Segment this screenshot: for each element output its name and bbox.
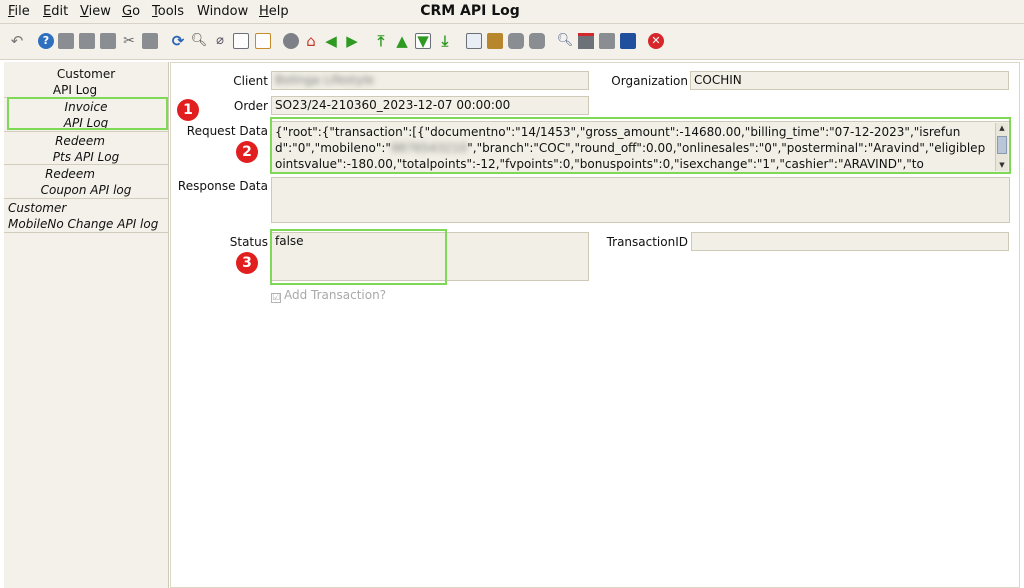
save-icon[interactable]: [142, 33, 158, 49]
request-data-masked-mobile: 9876543210: [390, 141, 468, 155]
attachment-icon[interactable]: ⌀: [212, 33, 228, 49]
annotation-badge-1: 1: [177, 99, 199, 121]
organization-field[interactable]: COCHIN: [690, 71, 1009, 90]
window-title: CRM API Log: [420, 3, 520, 19]
sidebar-item-label: Coupon API log: [40, 183, 132, 197]
scroll-thumb[interactable]: [997, 136, 1007, 154]
history-icon[interactable]: [283, 33, 299, 49]
scroll-up-icon[interactable]: ▲: [996, 123, 1008, 134]
sidebar-item-label: API Log: [52, 83, 98, 97]
main-panel: Client Bolinga Lifestyle Organization CO…: [170, 62, 1024, 588]
lock-icon[interactable]: [620, 33, 636, 49]
sidebar-item-label: Customer: [56, 67, 116, 81]
order-value: SO23/24-210360_2023-12-07 00:00:00: [275, 98, 511, 112]
sidebar-divider: [168, 62, 169, 588]
organization-value: COCHIN: [694, 73, 742, 87]
sidebar-item-invoice-api-log[interactable]: Invoice API Log: [4, 98, 168, 132]
previous-record-icon[interactable]: ▲: [394, 33, 410, 49]
sidebar-item-customer-mobileno-change-api-log[interactable]: Customer MobileNo Change API log: [4, 199, 168, 233]
home-icon[interactable]: ⌂: [303, 33, 319, 49]
print-icon[interactable]: [508, 33, 524, 49]
transactionid-label: TransactionID: [606, 235, 688, 249]
sidebar: Customer API Log Invoice API Log Redeem …: [4, 62, 168, 588]
last-record-icon[interactable]: ⤓: [437, 33, 453, 49]
response-data-textarea[interactable]: [271, 177, 1010, 223]
refresh-icon[interactable]: ⟳: [170, 33, 186, 49]
request-data-textarea[interactable]: {"root":{"transaction":[{"documentno":"1…: [271, 121, 1010, 173]
add-transaction-label: Add Transaction?: [284, 288, 387, 302]
find-icon[interactable]: 🔍︎: [191, 33, 208, 49]
chat-icon[interactable]: [233, 33, 249, 49]
toolbar: ↶ ? ✂ ⟳ 🔍︎ ⌀ ⌂ ◀ ▶ ⤒ ▲ ▼ ⤓ 🔍︎ ✕: [0, 24, 1024, 60]
checkbox-check-icon: ☑: [271, 293, 281, 303]
first-record-icon[interactable]: ⤒: [373, 33, 389, 49]
delete-icon[interactable]: [100, 33, 116, 49]
sidebar-item-customer-api-log[interactable]: Customer API Log: [4, 64, 168, 98]
annotation-badge-3: 3: [236, 252, 258, 274]
client-field[interactable]: Bolinga Lifestyle: [271, 71, 589, 90]
archive-icon[interactable]: [487, 33, 503, 49]
sidebar-item-label: Pts API Log: [52, 150, 120, 164]
sidebar-item-label: MobileNo Change API log: [8, 217, 159, 231]
report-icon[interactable]: [466, 33, 482, 49]
sidebar-item-redeem-pts-api-log[interactable]: Redeem Pts API Log: [4, 132, 168, 165]
product-icon[interactable]: [599, 33, 615, 49]
add-transaction-checkbox[interactable]: ☑ Add Transaction?: [271, 288, 386, 303]
help-icon[interactable]: ?: [38, 33, 54, 49]
scroll-down-icon[interactable]: ▼: [996, 160, 1008, 171]
transactionid-field[interactable]: [691, 232, 1009, 251]
response-data-label: Response Data: [177, 179, 268, 193]
zoom-icon[interactable]: 🔍︎: [557, 33, 574, 49]
undo-icon[interactable]: ↶: [9, 33, 25, 49]
menu-bar: File Edit View Go Tools Window Help CRM …: [0, 0, 1024, 24]
annotation-badge-2: 2: [236, 141, 258, 163]
new-icon[interactable]: [58, 33, 74, 49]
organization-label: Organization: [611, 74, 688, 88]
copy-icon[interactable]: [79, 33, 95, 49]
sidebar-item-label: Customer: [8, 201, 67, 215]
back-icon[interactable]: ◀: [323, 33, 339, 49]
order-field[interactable]: SO23/24-210360_2023-12-07 00:00:00: [271, 96, 589, 115]
next-record-icon[interactable]: ▼: [415, 33, 431, 49]
sidebar-item-label: Redeem: [45, 167, 95, 181]
client-value: Bolinga Lifestyle: [275, 73, 375, 87]
print-preview-icon[interactable]: [529, 33, 545, 49]
status-field[interactable]: false: [271, 232, 589, 281]
forward-icon[interactable]: ▶: [344, 33, 360, 49]
sidebar-item-redeem-coupon-api-log[interactable]: Redeem Coupon API log: [4, 165, 168, 199]
sidebar-item-label: API Log: [63, 116, 109, 130]
grid-toggle-icon[interactable]: [255, 33, 271, 49]
delete-selection-icon[interactable]: ✂: [121, 33, 137, 49]
status-label: Status: [229, 235, 268, 249]
request-data-label: Request Data: [186, 124, 268, 138]
workflow-icon[interactable]: [578, 33, 594, 49]
sidebar-item-label: Invoice: [64, 100, 108, 114]
sidebar-item-label: Redeem: [55, 134, 105, 148]
client-label: Client: [233, 74, 268, 88]
status-value: false: [275, 234, 304, 248]
request-data-scrollbar[interactable]: ▲ ▼: [995, 123, 1008, 171]
close-icon[interactable]: ✕: [648, 33, 664, 49]
